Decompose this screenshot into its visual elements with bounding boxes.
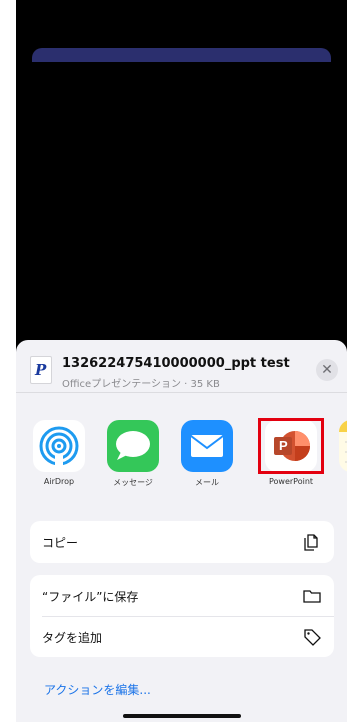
copy-label: コピー bbox=[42, 536, 79, 550]
header-divider bbox=[16, 392, 347, 393]
add-tag-action[interactable]: タグを追加 bbox=[30, 617, 334, 657]
folder-icon bbox=[302, 586, 322, 606]
copy-group: コピー bbox=[30, 521, 334, 563]
edit-actions-link[interactable]: アクションを編集... bbox=[44, 681, 151, 698]
app-notes[interactable] bbox=[334, 420, 347, 472]
notes-icon bbox=[339, 420, 347, 472]
airdrop-icon bbox=[33, 420, 85, 472]
copy-icon bbox=[302, 532, 322, 552]
app-label-mail: メール bbox=[195, 478, 219, 487]
powerpoint-file-icon: P bbox=[30, 356, 52, 384]
messages-icon bbox=[107, 420, 159, 472]
file-subtitle: Officeプレゼンテーション · 35 KB bbox=[62, 379, 220, 390]
file-icon-letter: P bbox=[35, 361, 47, 379]
share-sheet: P 132622475410000000_ppt test Officeプレゼン… bbox=[16, 340, 347, 722]
powerpoint-highlight-box bbox=[258, 418, 324, 474]
home-indicator bbox=[123, 714, 241, 718]
save-to-files-action[interactable]: “ファイル”に保存 bbox=[30, 576, 334, 616]
file-name: 132622475410000000_ppt test bbox=[62, 356, 290, 371]
file-header: P 132622475410000000_ppt test Officeプレゼン… bbox=[30, 350, 340, 390]
app-label-airdrop: AirDrop bbox=[43, 477, 75, 486]
close-button[interactable]: ✕ bbox=[316, 359, 338, 381]
tag-icon bbox=[302, 627, 322, 647]
app-label-messages: メッセージ bbox=[113, 478, 153, 487]
mail-icon bbox=[181, 420, 233, 472]
copy-action[interactable]: コピー bbox=[30, 522, 334, 562]
app-airdrop[interactable]: AirDrop bbox=[28, 420, 90, 486]
app-mail[interactable]: メール bbox=[176, 420, 238, 488]
file-actions-group: “ファイル”に保存 タグを追加 bbox=[30, 575, 334, 657]
document-preview-bar bbox=[32, 48, 331, 62]
app-messages[interactable]: メッセージ bbox=[102, 420, 164, 488]
add-tag-label: タグを追加 bbox=[42, 631, 103, 645]
app-label-powerpoint: PowerPoint bbox=[268, 477, 314, 486]
save-to-files-label: “ファイル”に保存 bbox=[42, 590, 139, 604]
phone-screen: P 132622475410000000_ppt test Officeプレゼン… bbox=[16, 0, 347, 722]
